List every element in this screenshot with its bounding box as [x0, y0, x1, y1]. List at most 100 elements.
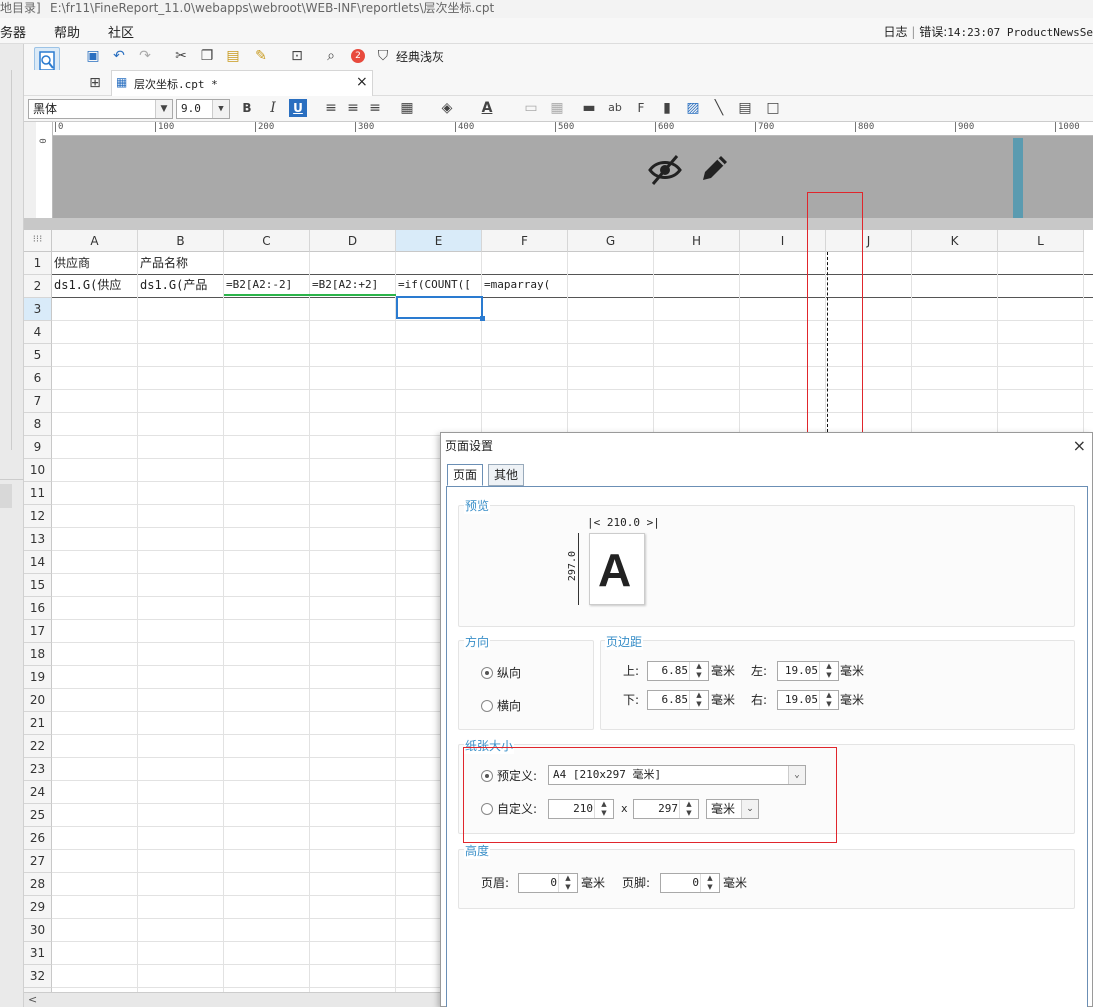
row-header-5[interactable]: 5 [24, 344, 52, 367]
column-header-C[interactable]: C [224, 230, 310, 252]
underline-icon[interactable]: U [289, 99, 307, 117]
margin-right-input[interactable]: 19.05 ▲ ▼ [777, 690, 839, 710]
row-header-10[interactable]: 10 [24, 459, 52, 482]
save-icon[interactable]: ▣ [84, 47, 102, 65]
row-header-6[interactable]: 6 [24, 367, 52, 390]
bold-icon[interactable]: B [238, 99, 256, 117]
notification-badge[interactable]: 2 [351, 49, 365, 63]
pencil-icon[interactable] [697, 152, 731, 186]
row-header-17[interactable]: 17 [24, 620, 52, 643]
row-header-24[interactable]: 24 [24, 781, 52, 804]
sub-report-icon[interactable]: ▤ [736, 99, 754, 117]
row-header-25[interactable]: 25 [24, 804, 52, 827]
row-header-4[interactable]: 4 [24, 321, 52, 344]
row-header-16[interactable]: 16 [24, 597, 52, 620]
cell-B1[interactable]: 产品名称 [138, 252, 224, 274]
footer-height-input[interactable]: 0 ▲ ▼ [660, 873, 720, 893]
cell-E2[interactable]: =if(COUNT([ [396, 274, 482, 296]
merge-cell-icon[interactable]: ▭ [522, 99, 540, 117]
column-header-A[interactable]: A [52, 230, 138, 252]
column-header-L[interactable]: L [998, 230, 1084, 252]
font-size-select[interactable]: 9.0 ▼ [176, 99, 230, 119]
theme-label[interactable]: 经典浅灰 [396, 48, 444, 65]
menu-community[interactable]: 社区 [108, 22, 134, 41]
row-header-2[interactable]: 2 [24, 275, 52, 298]
cell-D2[interactable]: =B2[A2:+2] [310, 274, 396, 296]
row-header-26[interactable]: 26 [24, 827, 52, 850]
format-painter-icon[interactable]: ✎ [252, 47, 270, 65]
align-left-icon[interactable]: ≡ [322, 99, 340, 117]
tab-close-icon[interactable]: × [356, 74, 368, 90]
log-button[interactable]: 日志 [884, 25, 908, 39]
paste-icon[interactable]: ▤ [224, 47, 242, 65]
row-header-29[interactable]: 29 [24, 896, 52, 919]
error-message[interactable]: 14:23:07 ProductNewsSe [947, 26, 1093, 39]
cell-A2[interactable]: ds1.G(供应 [52, 274, 138, 296]
copy-icon[interactable]: ❐ [198, 47, 216, 65]
cell-A1[interactable]: 供应商 [52, 252, 138, 274]
font-family-select[interactable]: 黑体 ▼ [28, 99, 173, 119]
spinner-icon[interactable]: ▲ ▼ [819, 691, 838, 709]
row-header-7[interactable]: 7 [24, 390, 52, 413]
select-all-corner[interactable]: ⁝⁝⁝ [24, 230, 52, 252]
preview-icon[interactable]: ⊡ [288, 47, 306, 65]
column-header-K[interactable]: K [912, 230, 998, 252]
row-header-23[interactable]: 23 [24, 758, 52, 781]
margin-top-input[interactable]: 6.85 ▲ ▼ [647, 661, 709, 681]
align-right-icon[interactable]: ≡ [366, 99, 384, 117]
search-icon[interactable]: ⌕ [322, 47, 340, 65]
row-header-11[interactable]: 11 [24, 482, 52, 505]
spinner-icon[interactable]: ▲ ▼ [558, 874, 577, 892]
grid-view-icon[interactable]: ⊞ [86, 74, 104, 92]
formula-icon[interactable]: F [632, 99, 650, 117]
dialog-close-icon[interactable]: × [1073, 436, 1086, 456]
row-header-28[interactable]: 28 [24, 873, 52, 896]
spinner-icon[interactable]: ▲ ▼ [700, 874, 719, 892]
row-header-21[interactable]: 21 [24, 712, 52, 735]
cut-icon[interactable]: ✂ [172, 47, 190, 65]
column-header-G[interactable]: G [568, 230, 654, 252]
row-header-22[interactable]: 22 [24, 735, 52, 758]
column-header-H[interactable]: H [654, 230, 740, 252]
border-style-icon[interactable]: □ [764, 99, 782, 117]
split-cell-icon[interactable]: ▦ [548, 99, 566, 117]
fill-handle[interactable] [480, 316, 485, 321]
slash-icon[interactable]: ╲ [710, 99, 728, 117]
header-height-input[interactable]: 0 ▲ ▼ [518, 873, 578, 893]
theme-shirt-icon[interactable]: ⛉ [374, 47, 392, 65]
row-header-12[interactable]: 12 [24, 505, 52, 528]
row-header-3[interactable]: 3 [24, 298, 52, 321]
horizontal-scrollbar[interactable]: < [24, 992, 440, 1007]
cell-B2[interactable]: ds1.G(产品 [138, 274, 224, 296]
image-icon[interactable]: ▨ [684, 99, 702, 117]
column-header-D[interactable]: D [310, 230, 396, 252]
portrait-radio[interactable] [481, 667, 493, 679]
row-header-19[interactable]: 19 [24, 666, 52, 689]
selected-cell-E3[interactable] [396, 296, 483, 319]
dialog-title-bar[interactable]: 页面设置 [441, 433, 1092, 460]
redo-icon[interactable]: ↷ [136, 47, 154, 65]
eye-hidden-icon[interactable] [647, 152, 683, 188]
left-panel-tab[interactable] [0, 484, 12, 508]
menu-server[interactable]: 务器 [0, 22, 26, 41]
tab-report[interactable]: ▦ 层次坐标.cpt * × [111, 70, 373, 96]
row-header-1[interactable]: 1 [24, 252, 52, 275]
landscape-label[interactable]: 横向 [497, 696, 521, 716]
tab-other[interactable]: 其他 [488, 464, 525, 486]
font-color-icon[interactable]: A [478, 99, 496, 117]
row-header-15[interactable]: 15 [24, 574, 52, 597]
chart-icon[interactable]: ▮ [658, 99, 676, 117]
menu-help[interactable]: 帮助 [54, 22, 80, 41]
fill-color-icon[interactable]: ◈ [438, 99, 456, 117]
spinner-icon[interactable]: ▲ ▼ [689, 662, 708, 680]
spinner-icon[interactable]: ▲ ▼ [819, 662, 838, 680]
spinner-icon[interactable]: ▲ ▼ [689, 691, 708, 709]
undo-icon[interactable]: ↶ [110, 47, 128, 65]
left-panel-scrollbar[interactable] [4, 70, 12, 450]
column-header-E[interactable]: E [396, 230, 482, 252]
row-header-13[interactable]: 13 [24, 528, 52, 551]
row-header-27[interactable]: 27 [24, 850, 52, 873]
header-splitter[interactable] [1013, 138, 1023, 218]
portrait-label[interactable]: 纵向 [497, 663, 521, 683]
cell-C2[interactable]: =B2[A2:-2] [224, 274, 310, 296]
